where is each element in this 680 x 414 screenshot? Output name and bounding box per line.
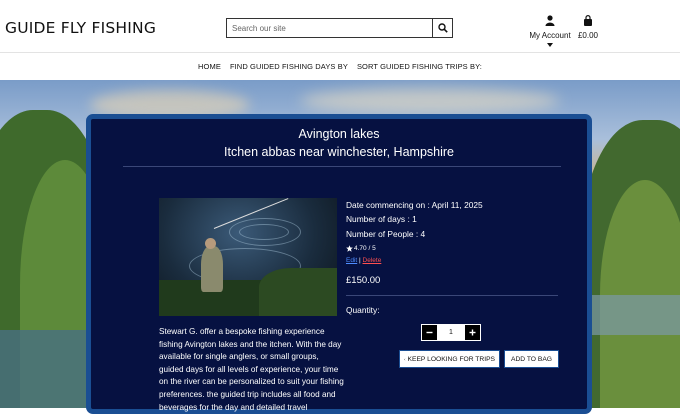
add-to-bag-button[interactable]: ADD TO BAG	[504, 350, 559, 368]
date-commencing: Date commencing on : April 11, 2025	[346, 200, 483, 210]
number-of-people: Number of People : 4	[346, 229, 426, 239]
my-account-menu[interactable]: My Account	[526, 11, 574, 47]
star-icon	[346, 245, 353, 252]
chevron-down-icon	[547, 43, 553, 47]
shopping-bag-icon	[584, 15, 592, 26]
product-title: Avington lakes	[298, 127, 380, 141]
plus-icon	[469, 329, 476, 336]
link-separator: |	[359, 257, 361, 264]
delete-link[interactable]: Delete	[363, 257, 382, 264]
my-account-label: My Account	[529, 31, 571, 40]
site-logo-text[interactable]: GUIDE FLY FISHING	[5, 19, 156, 37]
rating: 4.70 / 5	[346, 245, 376, 252]
title-divider	[123, 166, 561, 167]
price-divider	[346, 295, 558, 296]
bag-total: £0.00	[577, 31, 599, 40]
nav-find-guided-days[interactable]: FIND GUIDED FISHING DAYS BY	[230, 62, 348, 71]
nav-sort-guided-trips[interactable]: SORT GUIDED FISHING TRIPS BY:	[357, 62, 482, 71]
search-button[interactable]	[432, 19, 452, 37]
product-description: Stewart G. offer a bespoke fishing exper…	[159, 327, 344, 412]
product-price: £150.00	[346, 275, 381, 286]
admin-links: Edit | Delete	[346, 257, 381, 264]
edit-link[interactable]: Edit	[346, 257, 357, 264]
keep-looking-label: KEEP LOOKING FOR TRIPS	[407, 355, 495, 363]
search-icon	[437, 23, 448, 33]
nav-home[interactable]: HOME	[198, 62, 221, 71]
quantity-stepper	[421, 324, 481, 341]
search-input[interactable]	[227, 19, 432, 37]
quantity-label: Quantity:	[346, 305, 380, 315]
search-form	[226, 18, 453, 38]
product-image	[159, 198, 337, 316]
keep-looking-button[interactable]: KEEP LOOKING FOR TRIPS	[399, 350, 500, 368]
product-location: Itchen abbas near winchester, Hampshire	[224, 145, 454, 159]
decrement-button[interactable]	[421, 324, 438, 341]
main-nav: HOME FIND GUIDED FISHING DAYS BY SORT GU…	[0, 53, 680, 80]
rating-value: 4.70 / 5	[354, 245, 376, 252]
quantity-input[interactable]	[438, 324, 464, 341]
product-detail-card: Avington lakes Itchen abbas near winches…	[86, 114, 592, 414]
number-of-days: Number of days : 1	[346, 214, 417, 224]
shopping-bag-link[interactable]: £0.00	[574, 11, 602, 40]
top-header: GUIDE FLY FISHING My Account £0.00	[0, 0, 680, 53]
chevron-left-icon	[404, 358, 406, 360]
user-icon	[545, 15, 555, 26]
increment-button[interactable]	[464, 324, 481, 341]
add-to-bag-label: ADD TO BAG	[510, 355, 552, 363]
minus-icon	[426, 331, 433, 334]
